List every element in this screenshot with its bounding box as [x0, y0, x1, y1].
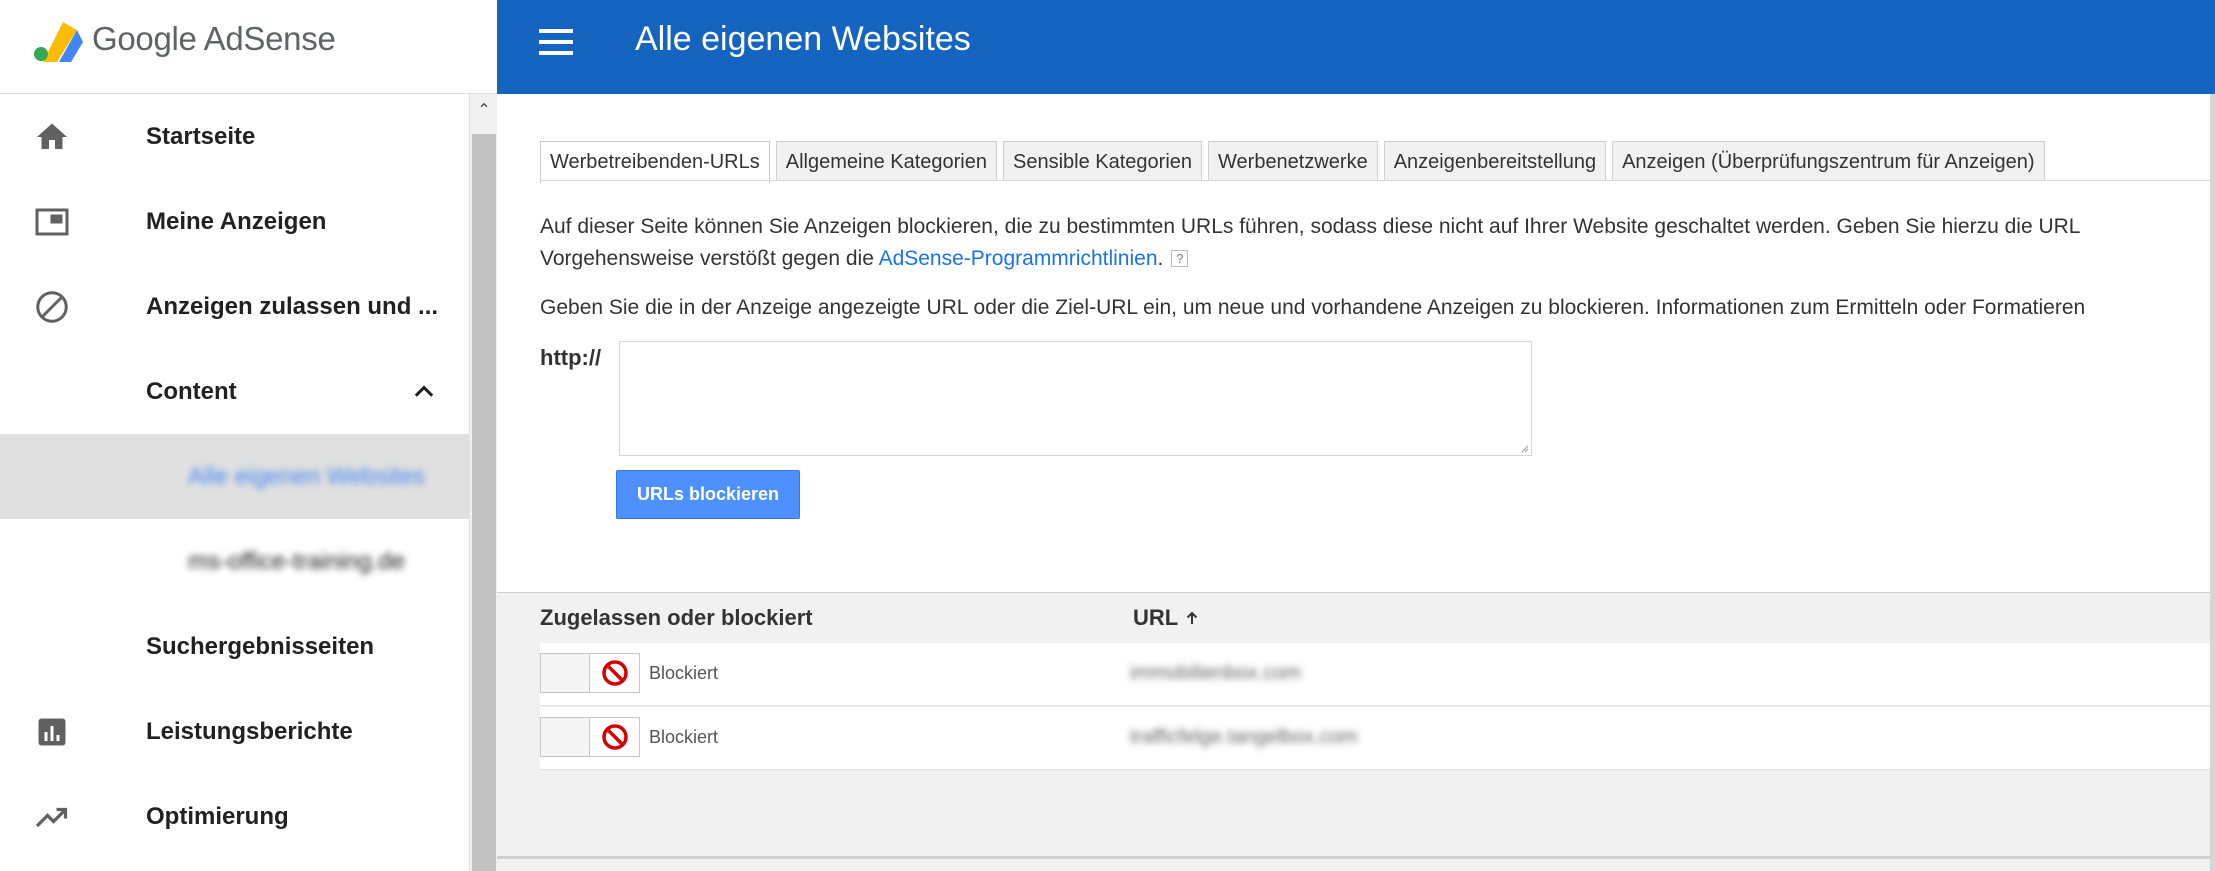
sort-ascending-icon	[1187, 611, 1198, 624]
sidebar-item-leistungsberichte[interactable]: Leistungsberichte	[0, 689, 469, 774]
url-input[interactable]	[619, 341, 1532, 456]
chevron-up-icon[interactable]	[410, 377, 438, 405]
top-app-bar: Alle eigenen Websites	[497, 0, 2215, 94]
sidebar-item-label: Alle eigenen Websites	[188, 463, 426, 490]
sidebar-item-site[interactable]: ms-office-training.de	[0, 519, 469, 604]
intro-text-prefix: Vorgehensweise verstößt gegen die	[540, 247, 879, 270]
sidebar-item-label: Anzeigen zulassen und ...	[146, 293, 439, 320]
status-text: Blockiert	[649, 727, 719, 747]
intro-text-line2: Vorgehensweise verstößt gegen die AdSens…	[540, 247, 1189, 271]
sidebar-item-label: Leistungsberichte	[146, 718, 353, 745]
instruction-text: Geben Sie die in der Anzeige angezeigte …	[540, 296, 2086, 319]
tab-bar: Werbetreibenden-URLs Allgemeine Kategori…	[540, 141, 2051, 183]
sidebar-item-meine-anzeigen[interactable]: Meine Anzeigen	[0, 179, 469, 264]
hamburger-menu-icon[interactable]	[539, 29, 573, 57]
tab-sensible-kategorien[interactable]: Sensible Kategorien	[1003, 141, 1203, 181]
table-header: Zugelassen oder blockiert URL	[497, 593, 2210, 641]
sidebar-item-alle-eigenen-websites[interactable]: Alle eigenen Websites	[0, 434, 469, 519]
sidebar-item-label: Content	[146, 378, 237, 405]
sidebar-item-optimierung[interactable]: Optimierung	[0, 774, 469, 859]
logo-text: Google AdSense	[92, 20, 336, 57]
tab-divider	[540, 180, 2215, 181]
allow-block-toggle[interactable]	[540, 717, 640, 757]
logo-bar: Google AdSense	[0, 0, 497, 94]
url-cell: trafficfelge.tangelbox.com	[1130, 726, 1358, 748]
url-cell: immobilienbox.com	[1130, 662, 1302, 684]
column-header-url-label: URL	[1133, 605, 1179, 630]
sidebar-item-label: Optimierung	[146, 803, 289, 830]
blocked-icon	[602, 660, 628, 686]
scroll-up-arrow-icon[interactable]: ⌃	[470, 94, 498, 132]
sidebar-item-suchergebnisseiten[interactable]: Suchergebnisseiten	[0, 604, 469, 689]
block-icon	[36, 291, 68, 323]
column-header-status[interactable]: Zugelassen oder blockiert	[540, 593, 813, 643]
allow-half[interactable]	[541, 654, 589, 692]
policy-link[interactable]: AdSense-Programmrichtlinien	[879, 247, 1158, 270]
adsense-logo-icon	[34, 22, 83, 62]
status-text: Blockiert	[649, 663, 719, 683]
sidebar-item-anzeigen-zulassen[interactable]: Anzeigen zulassen und ...	[0, 264, 469, 349]
resize-grip-icon[interactable]	[1519, 443, 1529, 453]
sidebar-item-label: Meine Anzeigen	[146, 208, 327, 235]
allow-block-toggle[interactable]	[540, 653, 640, 693]
ad-units-icon	[35, 208, 69, 236]
http-prefix-label: http://	[540, 345, 602, 370]
block-urls-button[interactable]: URLs blockieren	[616, 470, 800, 519]
sidebar-nav: Startseite Meine Anzeigen Anzeigen zulas…	[0, 94, 469, 859]
scrollbar-thumb[interactable]	[472, 134, 496, 871]
block-half[interactable]	[589, 654, 639, 692]
sidebar: Google AdSense Startseite Meine Anzeigen…	[0, 0, 498, 871]
tab-allgemeine-kategorien[interactable]: Allgemeine Kategorien	[775, 141, 997, 181]
sidebar-item-label: Startseite	[146, 123, 256, 150]
main-scrollbar[interactable]	[2210, 94, 2215, 871]
tab-anzeigenbereitstellung[interactable]: Anzeigenbereitstellung	[1383, 141, 1607, 181]
sidebar-item-label: ms-office-training.de	[188, 548, 405, 575]
block-half[interactable]	[589, 718, 639, 756]
sidebar-item-startseite[interactable]: Startseite	[0, 94, 469, 179]
sidebar-item-label: Suchergebnisseiten	[146, 633, 375, 660]
url-table: Zugelassen oder blockiert URL Blockiert …	[497, 592, 2210, 871]
bottom-divider	[497, 856, 2210, 859]
trending-up-icon	[35, 807, 68, 828]
sidebar-scrollbar[interactable]: ⌃	[469, 94, 498, 871]
tab-anzeigen-ueberpruefungszentrum[interactable]: Anzeigen (Überprüfungszentrum für Anzeig…	[1612, 141, 2045, 181]
intro-text-suffix: .	[1157, 247, 1164, 270]
bar-chart-icon	[38, 718, 66, 746]
tab-werbetreibenden-urls[interactable]: Werbetreibenden-URLs	[540, 141, 770, 183]
page-title: Alle eigenen Websites	[635, 20, 971, 58]
blocked-icon	[602, 724, 628, 750]
intro-text-line1: Auf dieser Seite können Sie Anzeigen blo…	[540, 215, 2081, 238]
home-icon	[37, 123, 67, 149]
main-content: Werbetreibenden-URLs Allgemeine Kategori…	[497, 94, 2215, 871]
allow-half[interactable]	[541, 718, 589, 756]
table-row: Blockiert immobilienbox.com	[540, 643, 2210, 706]
sidebar-item-content[interactable]: Content	[0, 349, 469, 434]
column-header-url[interactable]: URL	[1133, 593, 1200, 643]
tab-werbenetzwerke[interactable]: Werbenetzwerke	[1208, 141, 1378, 181]
help-icon[interactable]: ?	[1171, 250, 1189, 267]
table-row: Blockiert trafficfelge.tangelbox.com	[540, 707, 2210, 770]
